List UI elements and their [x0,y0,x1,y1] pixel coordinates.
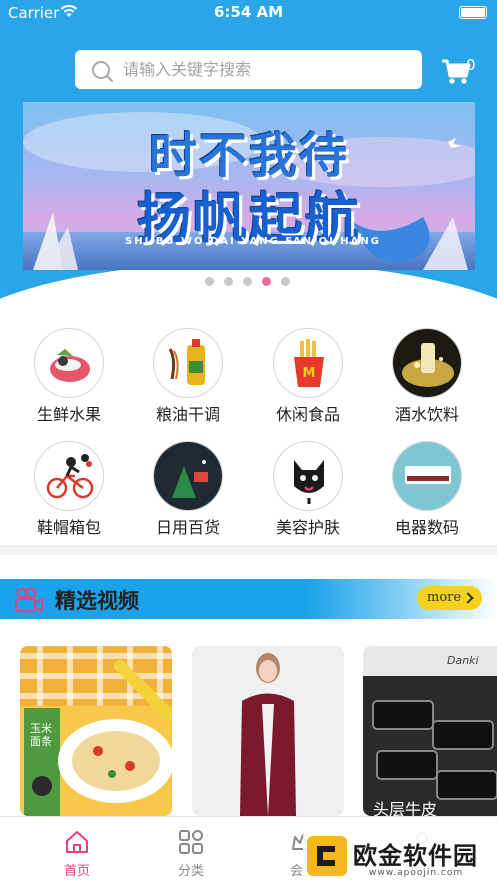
belt-thumbnail [363,646,497,816]
watermark: 欧金软件园 www.apoojin.com [303,832,495,882]
svg-text:M: M [303,366,316,381]
search-input[interactable] [123,50,413,89]
home-icon [66,831,88,853]
category-label: 休闲食品 [275,405,340,424]
video-camera-icon [15,587,43,612]
drinks-icon [392,328,462,398]
category-label: 美容护肤 [275,518,340,537]
app-screen: Carrier 6:54 AM 0 [0,0,497,883]
category-bags-shoes[interactable]: 鞋帽箱包 [19,441,119,541]
category-label: 鞋帽箱包 [36,518,101,537]
search-bar[interactable] [75,50,422,89]
tab-category-label: 分类 [177,864,204,879]
category-beauty[interactable]: 美容护肤 [258,441,358,541]
video-card-3[interactable]: Danki 头层牛皮 [363,646,497,816]
snack-icon: M [273,328,343,398]
more-label: more [427,590,462,605]
section-title: 精选视频 [55,589,139,613]
video-label-1: 玉米面条 [30,722,52,748]
more-button[interactable]: more [417,586,482,610]
status-time: 6:54 AM [213,3,284,21]
appliance-icon [392,441,462,511]
featured-videos-header: 精选视频 more [0,579,497,619]
page-dot[interactable] [224,277,233,286]
page-dot[interactable] [205,277,214,286]
beauty-icon [273,441,343,511]
video-card-1[interactable]: 玉米面条 [20,646,172,816]
category-daily-goods[interactable]: 日用百货 [138,441,238,541]
tab-home-label: 首页 [63,864,90,879]
page-dot[interactable] [281,277,290,286]
grain-oil-icon [153,328,223,398]
category-label: 生鲜水果 [36,405,101,424]
category-label: 电器数码 [394,518,459,537]
tab-category[interactable]: 分类 [161,817,221,879]
category-icon [179,830,203,854]
bags-shoes-icon [34,441,104,511]
section-divider [0,545,497,555]
tab-home[interactable]: 首页 [47,817,107,879]
category-label: 日用百货 [155,518,220,537]
category-grid: 生鲜水果 粮油干调 M 休闲食品 酒水饮料 鞋帽箱包 日用百货 美容护肤 电器数… [0,328,497,543]
video-label-3: 头层牛皮 [373,800,438,816]
category-grain-oil[interactable]: 粮油干调 [138,328,238,428]
category-label: 粮油干调 [155,405,220,424]
banner-pinyin: SHI BU WO DAI YANG FAN QI HANG [125,236,381,247]
cart-count: 0 [466,56,476,74]
status-bar: Carrier 6:54 AM [0,0,497,26]
battery-icon [459,6,487,19]
category-label: 酒水饮料 [394,405,459,424]
banner-pagination [205,277,295,287]
chevron-right-icon [462,592,474,604]
video-brand-3: Danki [447,654,479,667]
fresh-fruit-icon [34,328,104,398]
watermark-text: 欧金软件园 [353,842,478,870]
category-fresh-fruit[interactable]: 生鲜水果 [19,328,119,428]
promo-banner[interactable]: 时不我待 扬帆起航 SHI BU WO DAI YANG FAN QI HANG [23,102,475,270]
watermark-logo-icon [307,836,347,876]
category-snacks[interactable]: M 休闲食品 [258,328,358,428]
page-dot[interactable] [243,277,252,286]
watermark-url: www.apoojin.com [369,868,464,878]
search-icon [92,61,113,82]
daily-goods-icon [153,441,223,511]
category-drinks[interactable]: 酒水饮料 [377,328,477,428]
page-dot-active[interactable] [262,277,271,286]
coat-thumbnail [192,646,344,816]
category-appliances[interactable]: 电器数码 [377,441,477,541]
video-card-2[interactable] [192,646,344,816]
